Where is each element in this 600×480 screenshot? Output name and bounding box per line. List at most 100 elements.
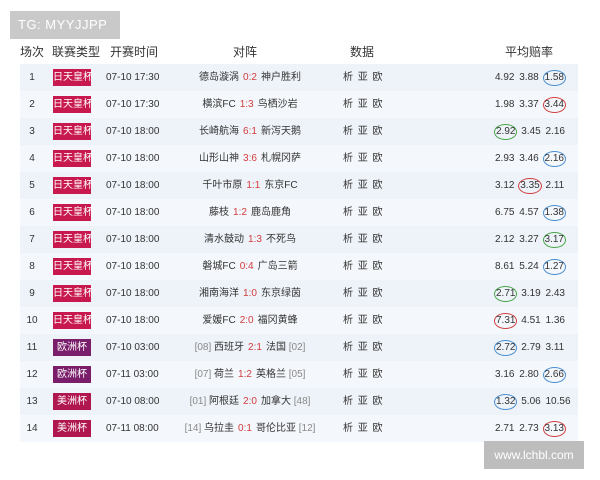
header-time: 开赛时间 <box>110 45 159 59</box>
home-team[interactable]: 荷兰 <box>214 369 234 380</box>
match-pair[interactable]: 藤枝 1:2 鹿岛鹿角 <box>170 199 330 226</box>
league-badge[interactable]: 日天皇杯 <box>53 69 93 86</box>
home-team[interactable]: 藤枝 <box>209 207 229 218</box>
league-badge[interactable]: 日天皇杯 <box>53 312 93 329</box>
table-row[interactable]: 4 日天皇杯 07-10 18:00 山形山神 3:6 札幌冈萨 析 亚 欧 2.93 3… <box>20 145 578 172</box>
table-row[interactable]: 9 日天皇杯 07-10 18:00 湘南海洋 1:0 东京绿茵 析 亚 欧 2.71 3… <box>20 280 578 307</box>
away-team[interactable]: 东京FC <box>264 180 297 191</box>
match-pair[interactable]: 清水鼓动 1:3 不死鸟 <box>170 226 330 253</box>
score: 1:3 <box>248 234 262 245</box>
data-links[interactable]: 析 亚 欧 <box>343 307 383 334</box>
data-links[interactable]: 析 亚 欧 <box>343 91 383 118</box>
odds-value: 3.12 <box>495 180 515 191</box>
data-links[interactable]: 析 亚 欧 <box>343 64 383 91</box>
match-pair[interactable]: [01] 阿根廷 2:0 加拿大 [48] <box>170 388 330 415</box>
table-row[interactable]: 1 日天皇杯 07-10 17:30 德岛漩涡 0:2 神户胜利 析 亚 欧 4.92 3… <box>20 64 578 91</box>
away-team[interactable]: 札幌冈萨 <box>261 153 301 164</box>
match-pair[interactable]: 德岛漩涡 0:2 神户胜利 <box>170 64 330 91</box>
league-badge[interactable]: 欧洲杯 <box>53 339 91 356</box>
match-pair[interactable]: 长崎航海 6:1 新泻天鹅 <box>170 118 330 145</box>
data-links[interactable]: 析 亚 欧 <box>343 253 383 280</box>
league-badge[interactable]: 欧洲杯 <box>53 366 91 383</box>
odds-value: 1.32 <box>494 394 518 410</box>
odds-value: 3.88 <box>519 72 539 83</box>
data-links[interactable]: 析 亚 欧 <box>343 172 383 199</box>
away-team[interactable]: 加拿大 <box>261 396 291 407</box>
odds-value: 8.61 <box>495 261 515 272</box>
match-pair[interactable]: [07] 荷兰 1:2 英格兰 [05] <box>170 361 330 388</box>
data-links[interactable]: 析 亚 欧 <box>343 145 383 172</box>
league-badge[interactable]: 美洲杯 <box>53 393 91 410</box>
score: 0:4 <box>239 261 254 272</box>
match-pair[interactable]: 湘南海洋 1:0 东京绿茵 <box>170 280 330 307</box>
away-team[interactable]: 福冈黄蜂 <box>258 315 298 326</box>
match-number: 8 <box>29 261 35 272</box>
home-team[interactable]: 清水鼓动 <box>204 234 244 245</box>
match-pair[interactable]: 横滨FC 1:3 鸟栖沙岩 <box>170 91 330 118</box>
header-data: 数据 <box>350 45 375 59</box>
league-badge[interactable]: 日天皇杯 <box>53 96 93 113</box>
home-team[interactable]: 乌拉圭 <box>204 423 234 434</box>
data-links[interactable]: 析 亚 欧 <box>343 415 383 442</box>
table-row[interactable]: 5 日天皇杯 07-10 18:00 千叶市原 1:1 东京FC 析 亚 欧 3.12 3… <box>20 172 578 199</box>
match-time: 07-11 08:00 <box>106 423 159 434</box>
league-badge[interactable]: 日天皇杯 <box>53 285 93 302</box>
table-row[interactable]: 2 日天皇杯 07-10 17:30 横滨FC 1:3 鸟栖沙岩 析 亚 欧 1.98 3… <box>20 91 578 118</box>
odds-value: 2.16 <box>545 126 565 137</box>
league-badge[interactable]: 日天皇杯 <box>53 150 93 167</box>
match-pair[interactable]: [08] 西班牙 2:1 法国 [02] <box>170 334 330 361</box>
home-team[interactable]: 横滨FC <box>202 99 235 110</box>
away-team[interactable]: 神户胜利 <box>261 72 301 83</box>
score: 3:6 <box>243 153 257 164</box>
away-team[interactable]: 法国 <box>266 342 286 353</box>
league-badge[interactable]: 日天皇杯 <box>53 258 93 275</box>
home-team[interactable]: 长崎航海 <box>199 126 239 137</box>
table-row[interactable]: 14 美洲杯 07-11 08:00 [14] 乌拉圭 0:1 哥伦比亚 [12] 析 亚 … <box>20 415 578 442</box>
table-row[interactable]: 13 美洲杯 07-10 08:00 [01] 阿根廷 2:0 加拿大 [48] 析 亚 欧… <box>20 388 578 415</box>
away-team[interactable]: 新泻天鹅 <box>261 126 301 137</box>
away-team[interactable]: 鸟栖沙岩 <box>258 99 298 110</box>
table-row[interactable]: 8 日天皇杯 07-10 18:00 磐城FC 0:4 广岛三箭 析 亚 欧 8.61 5… <box>20 253 578 280</box>
home-team[interactable]: 磐城FC <box>202 261 235 272</box>
table-row[interactable]: 3 日天皇杯 07-10 18:00 长崎航海 6:1 新泻天鹅 析 亚 欧 2.92 3… <box>20 118 578 145</box>
home-team[interactable]: 阿根廷 <box>209 396 239 407</box>
table-row[interactable]: 10 日天皇杯 07-10 18:00 爱媛FC 2:0 福冈黄蜂 析 亚 欧 7.31 … <box>20 307 578 334</box>
watermark-bottom: www.lchbl.com <box>484 441 584 469</box>
away-team[interactable]: 哥伦比亚 <box>256 423 296 434</box>
away-team[interactable]: 东京绿茵 <box>261 288 301 299</box>
home-team[interactable]: 千叶市原 <box>202 180 242 191</box>
league-badge[interactable]: 日天皇杯 <box>53 177 93 194</box>
away-team[interactable]: 广岛三箭 <box>258 261 298 272</box>
match-pair[interactable]: [14] 乌拉圭 0:1 哥伦比亚 [12] <box>170 415 330 442</box>
away-team[interactable]: 鹿岛鹿角 <box>251 207 291 218</box>
average-odds: 3.16 2.80 2.66 <box>494 361 574 388</box>
match-number: 2 <box>29 99 35 110</box>
league-badge[interactable]: 日天皇杯 <box>53 123 93 140</box>
home-team[interactable]: 西班牙 <box>214 342 244 353</box>
data-links[interactable]: 析 亚 欧 <box>343 388 383 415</box>
data-links[interactable]: 析 亚 欧 <box>343 280 383 307</box>
match-pair[interactable]: 山形山神 3:6 札幌冈萨 <box>170 145 330 172</box>
table-row[interactable]: 12 欧洲杯 07-11 03:00 [07] 荷兰 1:2 英格兰 [05] 析 亚 欧 3… <box>20 361 578 388</box>
home-team[interactable]: 山形山神 <box>199 153 239 164</box>
match-pair[interactable]: 千叶市原 1:1 东京FC <box>170 172 330 199</box>
match-pair[interactable]: 磐城FC 0:4 广岛三箭 <box>170 253 330 280</box>
table-row[interactable]: 6 日天皇杯 07-10 18:00 藤枝 1:2 鹿岛鹿角 析 亚 欧 6.75 4.5… <box>20 199 578 226</box>
data-links[interactable]: 析 亚 欧 <box>343 199 383 226</box>
data-links[interactable]: 析 亚 欧 <box>343 118 383 145</box>
away-team[interactable]: 英格兰 <box>256 369 286 380</box>
odds-value: 4.92 <box>495 72 515 83</box>
league-badge[interactable]: 日天皇杯 <box>53 231 93 248</box>
match-pair[interactable]: 爱媛FC 2:0 福冈黄蜂 <box>170 307 330 334</box>
away-team[interactable]: 不死鸟 <box>266 234 296 245</box>
data-links[interactable]: 析 亚 欧 <box>343 361 383 388</box>
table-row[interactable]: 11 欧洲杯 07-10 03:00 [08] 西班牙 2:1 法国 [02] 析 亚 欧 2… <box>20 334 578 361</box>
league-badge[interactable]: 美洲杯 <box>53 420 91 437</box>
home-team[interactable]: 德岛漩涡 <box>199 72 239 83</box>
league-badge[interactable]: 日天皇杯 <box>53 204 93 221</box>
data-links[interactable]: 析 亚 欧 <box>343 334 383 361</box>
table-row[interactable]: 7 日天皇杯 07-10 18:00 清水鼓动 1:3 不死鸟 析 亚 欧 2.12 3.… <box>20 226 578 253</box>
data-links[interactable]: 析 亚 欧 <box>343 226 383 253</box>
home-team[interactable]: 爱媛FC <box>202 315 235 326</box>
home-team[interactable]: 湘南海洋 <box>199 288 239 299</box>
